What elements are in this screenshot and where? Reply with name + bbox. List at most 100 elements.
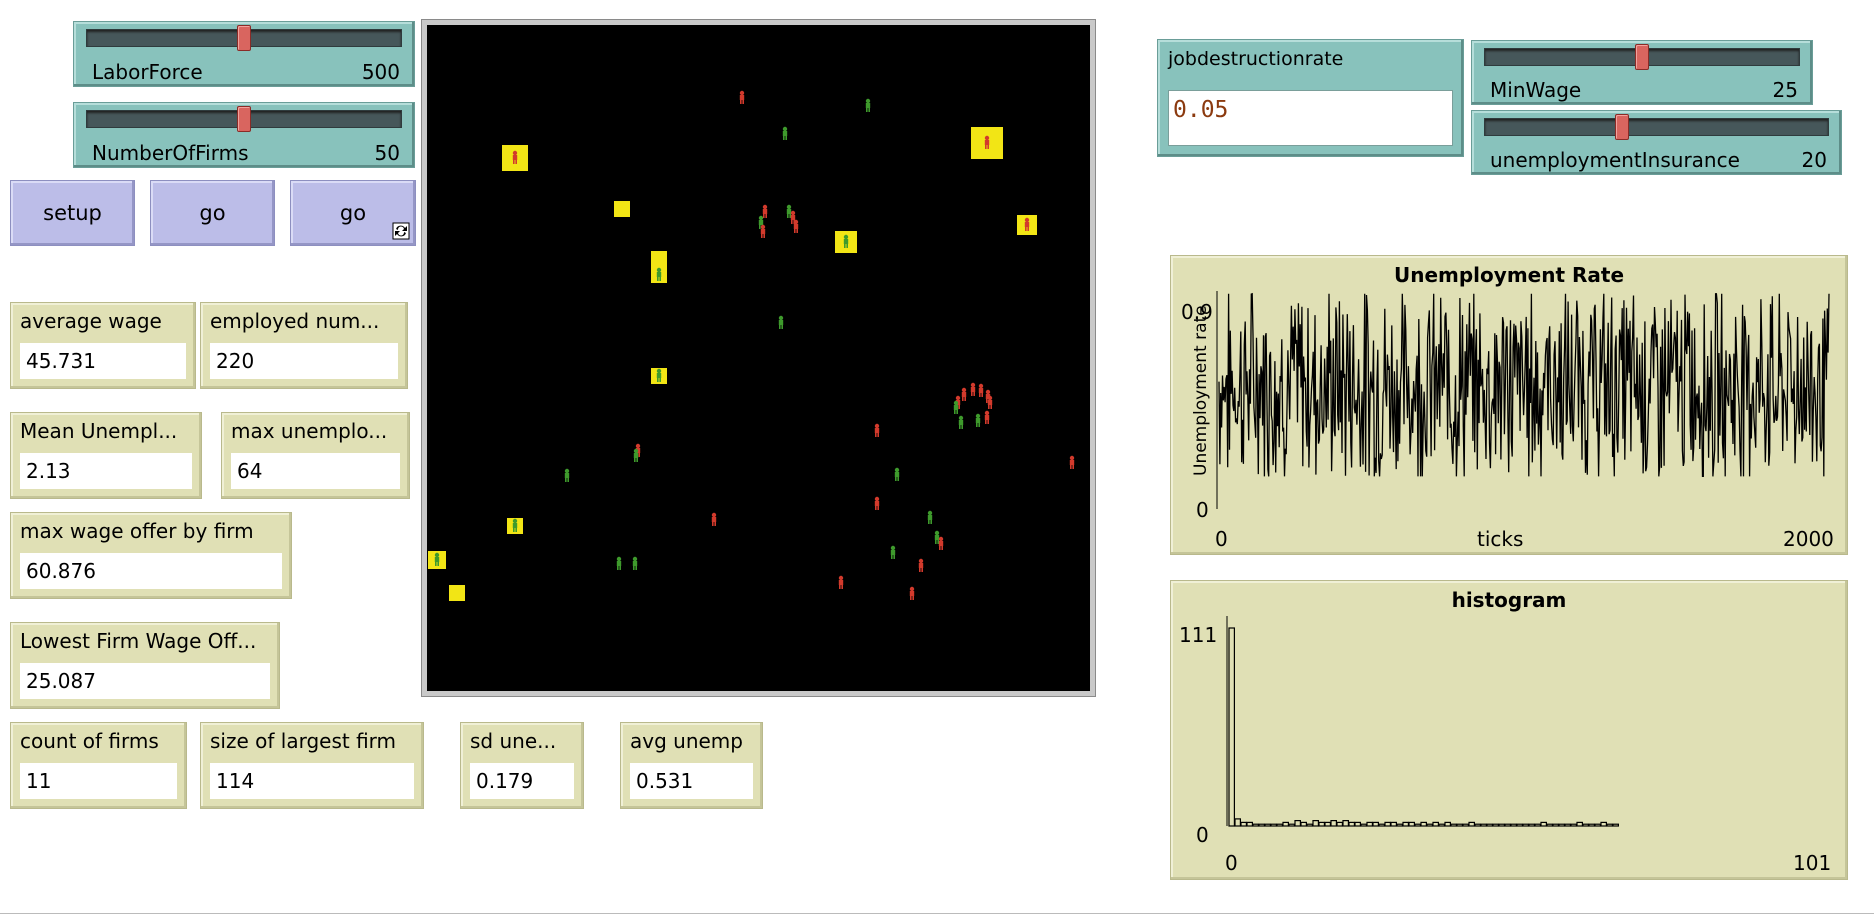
histogram-bar [1354,821,1362,827]
unemployed-worker-agent [793,219,799,233]
histogram-bar [1390,821,1398,827]
monitor-value: 0.179 [470,763,574,799]
unemployed-worker-agent [1069,455,1075,469]
histogram-bar [1426,823,1434,827]
unemployed-worker-agent [739,90,745,104]
plot-title: histogram [1451,588,1567,612]
histogram-bar [1444,821,1452,827]
firm-patch [449,585,465,601]
employed-worker-agent [782,126,788,140]
histogram-bar [1372,821,1380,827]
x-tick-min: 0 [1225,851,1238,875]
unemployed-worker-agent [909,586,915,600]
go-once-button-label: go [199,201,226,225]
histogram-bar [1486,823,1494,827]
slider-thumb[interactable] [1635,44,1649,70]
histogram-bar [1258,823,1266,827]
histogram-bar [1402,821,1410,827]
monitor-label: Mean Unempl... [20,419,178,443]
input-field[interactable]: 0.05 [1168,90,1453,146]
monitor-max-wage-offer: max wage offer by firm 60.876 [10,512,292,599]
histogram-bar [1510,823,1518,827]
monitor-lowest-firm-wage: Lowest Firm Wage Off... 25.087 [10,622,280,709]
histogram-bar [1474,823,1482,827]
histogram-bar [1348,821,1356,827]
go-once-button[interactable]: go [150,180,275,246]
slider-unemploymentinsurance[interactable]: unemploymentInsurance 20 [1471,110,1842,175]
employed-worker-agent [633,448,639,462]
monitor-size-of-largest-firm: size of largest firm 114 [200,722,424,809]
histogram-bar [1324,821,1332,827]
slider-numberoffirms[interactable]: NumberOfFirms 50 [73,102,415,168]
slider-value: 500 [361,60,400,84]
firm-patch [651,251,667,267]
input-jobdestructionrate[interactable]: jobdestructionrate 0.05 [1157,39,1464,157]
monitor-value: 220 [210,343,398,379]
y-tick-max: 111 [1179,623,1218,647]
histogram-bar [1588,823,1596,827]
histogram-bar [1330,820,1338,827]
histogram-bar [1240,821,1248,827]
histogram-bar [1414,823,1422,827]
histogram-bar [1522,823,1530,827]
histogram-bar [1270,823,1278,827]
histogram-bar [1600,821,1608,827]
employed-worker-agent [616,556,622,570]
histogram-bar [1468,821,1476,827]
histogram-bar [1516,823,1524,827]
slider-thumb[interactable] [1615,114,1629,140]
employed-worker-agent [975,413,981,427]
unemployed-worker-agent [978,383,984,397]
monitor-label: count of firms [20,729,159,753]
histogram-bar [1300,821,1308,827]
unemployed-worker-agent [970,382,976,396]
y-axis-label: Unemployment rate [1191,305,1211,476]
slider-track[interactable] [1484,118,1829,136]
slider-laborforce[interactable]: LaborForce 500 [73,21,415,87]
slider-value: 25 [1772,78,1798,102]
employed-worker-agent [786,204,792,218]
monitor-label: Lowest Firm Wage Off... [20,629,257,653]
histogram-bar [1282,821,1290,827]
unemployed-worker-agent [874,496,880,510]
x-axis-label: ticks [1477,527,1524,551]
slider-label: unemploymentInsurance [1490,148,1740,172]
monitor-value: 45.731 [20,343,186,379]
monitor-avg-unemp: avg unemp 0.531 [620,722,763,809]
unemployed-worker-agent [984,410,990,424]
monitor-value: 25.087 [20,663,270,699]
forever-icon [392,222,410,240]
slider-thumb[interactable] [237,25,251,51]
employed-worker-agent [894,467,900,481]
histogram-bar [1492,823,1500,827]
bottom-divider [0,913,1874,914]
histogram-bar [1264,823,1272,827]
slider-minwage[interactable]: MinWage 25 [1471,40,1813,105]
histogram-bar [1234,818,1242,827]
employed-worker-agent [958,415,964,429]
histogram-bar [1612,823,1620,827]
employed-worker-agent [564,468,570,482]
monitor-value: 11 [20,763,177,799]
world-canvas[interactable] [427,25,1090,691]
setup-button[interactable]: setup [10,180,135,246]
monitor-employed-num: employed num... 220 [200,302,408,389]
histogram-bar [1540,821,1548,827]
firm-patch [614,201,630,217]
go-forever-button[interactable]: go [290,180,416,246]
world-view[interactable] [422,20,1095,696]
histogram-bar [1318,821,1326,827]
unemployed-worker-agent [838,575,844,589]
employed-worker-agent [890,545,896,559]
employed-worker-agent [865,98,871,112]
histogram-bar [1558,823,1566,827]
unemployed-worker-agent [711,512,717,526]
slider-thumb[interactable] [237,106,251,132]
histogram-bar [1336,821,1344,827]
plot-unemployment-rate: Unemployment Rate 0.9 0 0 2000 ticks Une… [1170,255,1848,555]
histogram-bar [1312,820,1320,827]
histogram-bar [1450,823,1458,827]
histogram-bar [1546,823,1554,827]
histogram-bar [1432,821,1440,827]
setup-button-label: setup [43,201,102,225]
